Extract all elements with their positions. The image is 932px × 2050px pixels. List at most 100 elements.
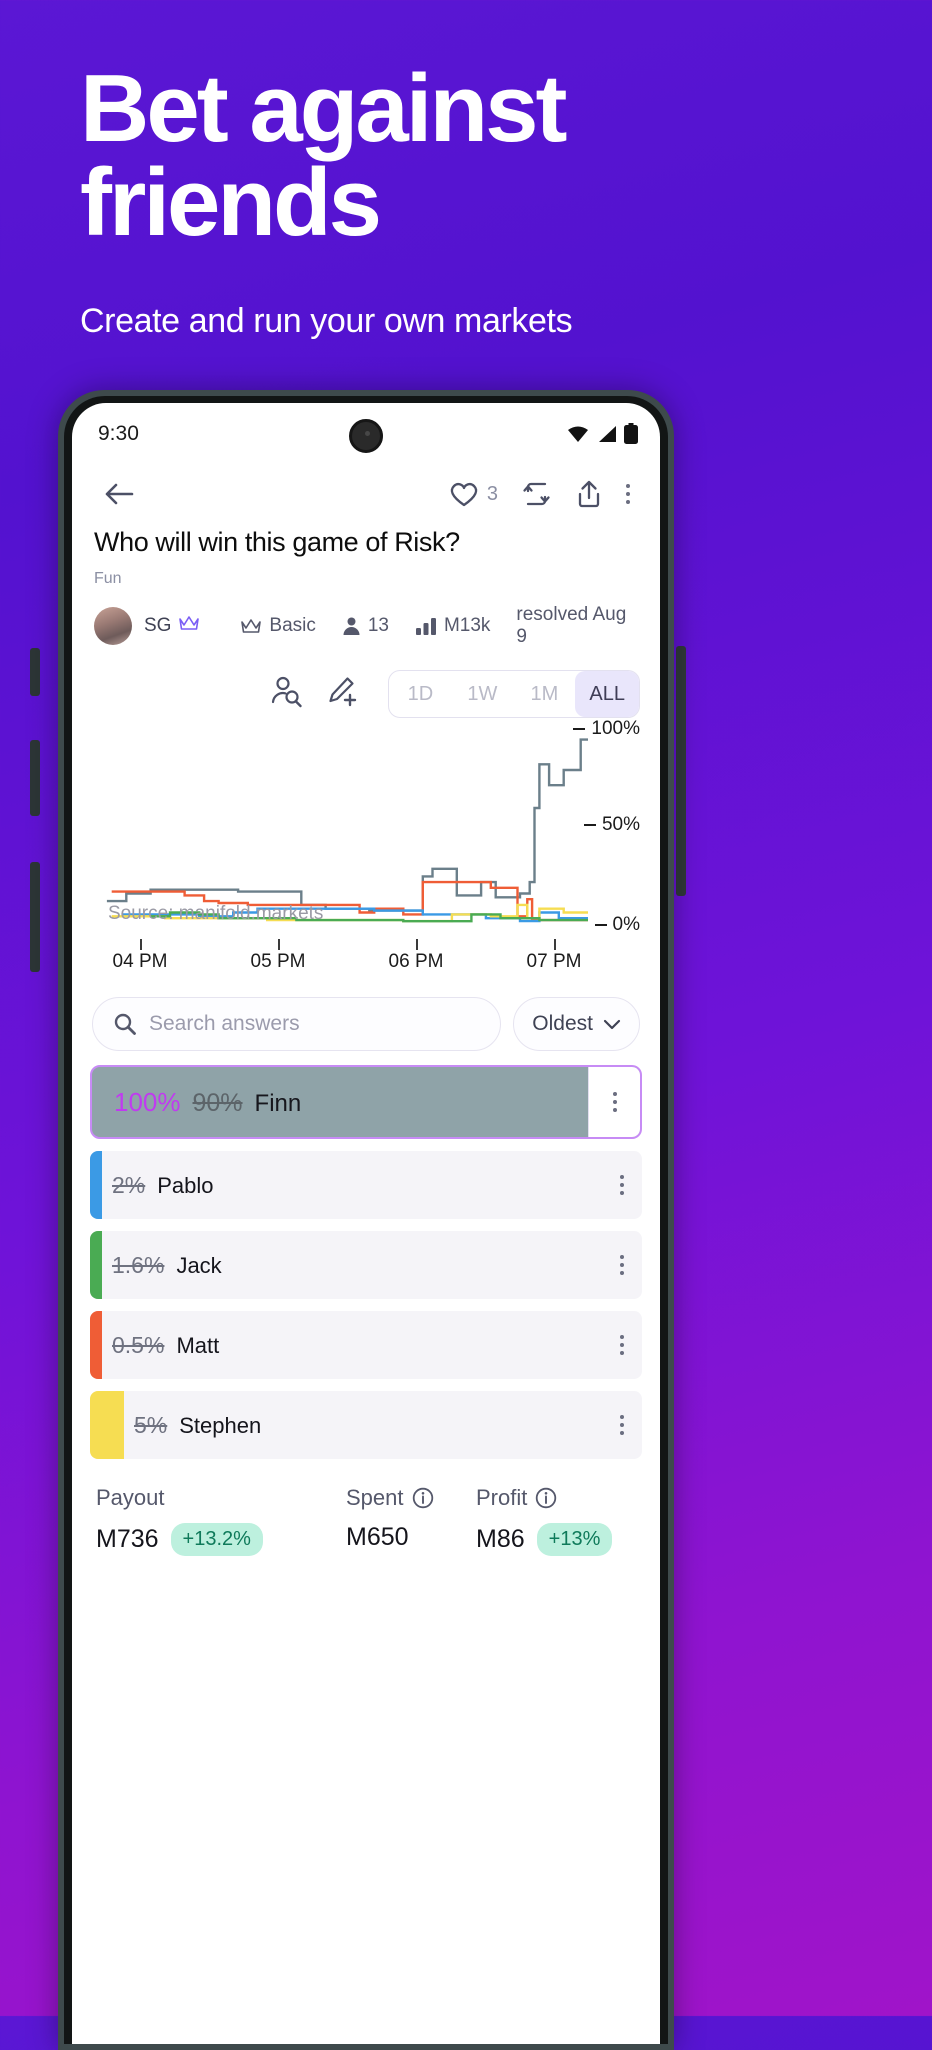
y-axis-label-100: 100% [573, 718, 640, 740]
answer-old-pct: 90% [192, 1088, 243, 1117]
range-button-all[interactable]: ALL [575, 671, 639, 717]
hero-title-line2: friends [80, 149, 382, 257]
market-traders-count: 13 [367, 615, 389, 636]
stat-spent-value-row: M650 [346, 1523, 476, 1552]
x-tick-label-1: 05 PM [250, 951, 306, 972]
answers-filter-row: Search answers Oldest [90, 983, 642, 1051]
range-button-1d[interactable]: 1D [389, 671, 451, 717]
chart-series-finn [106, 738, 588, 912]
back-arrow-icon [105, 483, 134, 505]
hero-title-line1: Bet against [80, 55, 567, 162]
range-button-1m[interactable]: 1M [513, 671, 575, 717]
app-toolbar: 3 [72, 465, 660, 523]
answer-menu-button[interactable] [620, 1335, 624, 1355]
search-answers-placeholder: Search answers [149, 1012, 300, 1035]
cellular-signal-icon [599, 426, 616, 442]
range-button-1w[interactable]: 1W [451, 671, 513, 717]
x-tick-label-2: 06 PM [388, 951, 444, 972]
answer-row-stephen[interactable]: 5% Stephen [90, 1391, 642, 1459]
market-resolved-date: resolved Aug 9 [516, 604, 627, 647]
stat-profit-chip: +13% [536, 1523, 613, 1556]
user-search-icon [272, 676, 303, 707]
market-traders: 13 [342, 615, 389, 637]
chart-x-axis: 04 PM 05 PM 06 PM 07 PM [90, 939, 642, 983]
kebab-menu-icon [620, 1175, 624, 1195]
answer-name: Pablo [157, 1172, 214, 1198]
info-icon[interactable] [412, 1487, 434, 1509]
hero-title: Bet against friends [80, 55, 872, 257]
answer-row-jack[interactable]: 1.6% Jack [90, 1231, 642, 1299]
sort-dropdown[interactable]: Oldest [513, 997, 640, 1051]
phone-bezel: 9:30 3 Who will win this game of Risk? F… [64, 396, 668, 2044]
more-options-button[interactable] [614, 484, 642, 504]
like-button[interactable]: 3 [437, 480, 510, 508]
stat-profit: Profit M86 +13% [476, 1485, 636, 1556]
chevron-down-icon [603, 1019, 621, 1030]
add-answer-button[interactable] [326, 676, 360, 713]
stat-spent-label: Spent [346, 1485, 476, 1511]
phone-side-button-mid [30, 740, 40, 816]
kebab-menu-icon [620, 1255, 624, 1275]
probability-chart[interactable]: 100% 50% 0% Source: manifold.markets [90, 718, 642, 939]
bar-chart-icon [415, 618, 436, 635]
x-tick-1 [278, 939, 280, 950]
phone-side-button-top [30, 648, 40, 696]
y-axis-label-50: 50% [583, 814, 640, 836]
search-traders-button[interactable] [270, 676, 304, 713]
chart-controls: 1D 1W 1M ALL [90, 648, 642, 718]
market-tier-label: Basic [269, 615, 316, 636]
back-button[interactable] [92, 481, 146, 507]
author-name[interactable]: SG [144, 615, 171, 637]
heart-icon [450, 482, 478, 507]
hero-subtitle: Create and run your own markets [80, 302, 573, 341]
stat-spent-label-text: Spent [346, 1485, 404, 1510]
market-meta-row: SG Basic 13 M13k resolved Aug 9 [90, 588, 642, 648]
x-tick-0 [140, 939, 142, 950]
sort-dropdown-value: Oldest [532, 1012, 593, 1035]
search-answers-input[interactable]: Search answers [92, 997, 502, 1051]
answer-menu-button[interactable] [620, 1415, 624, 1435]
crown-icon [241, 619, 262, 633]
avatar[interactable] [94, 607, 132, 645]
answer-row-content: 1.6% Jack [90, 1252, 222, 1279]
answer-row-content: 100% 90% Finn [92, 1087, 301, 1118]
answer-old-pct: 0.5% [112, 1331, 165, 1358]
answer-row-pablo[interactable]: 2% Pablo [90, 1151, 642, 1219]
answer-menu-button[interactable] [620, 1175, 624, 1195]
y-tick-text-100: 100% [591, 718, 640, 739]
y-tick-dash-0 [594, 924, 607, 926]
answer-name: Finn [254, 1089, 302, 1117]
status-icons [566, 423, 638, 445]
answer-row-matt[interactable]: 0.5% Matt [90, 1311, 642, 1379]
market-topic[interactable]: Fun [90, 558, 642, 588]
kebab-menu-icon [620, 1335, 624, 1355]
answer-row-finn[interactable]: 100% 90% Finn [90, 1065, 642, 1139]
y-tick-text-50: 50% [601, 814, 640, 835]
market-tier: Basic [240, 615, 316, 637]
answers-list: 100% 90% Finn 2% Pablo 1.6% Jack 0.5% Ma… [90, 1051, 642, 1459]
stat-payout-label: Payout [96, 1485, 165, 1510]
front-camera-punch-hole [349, 419, 383, 453]
stat-profit-label-text: Profit [476, 1485, 528, 1510]
wifi-icon [568, 426, 588, 442]
time-range-group[interactable]: 1D 1W 1M ALL [388, 670, 640, 718]
info-icon[interactable] [535, 1487, 557, 1509]
answer-row-content: 2% Pablo [90, 1172, 214, 1199]
battery-icon [624, 423, 638, 444]
answer-old-pct: 1.6% [112, 1251, 165, 1278]
repost-button[interactable] [510, 480, 564, 508]
answer-menu-button[interactable] [620, 1255, 624, 1275]
crown-icon [178, 614, 200, 638]
answer-menu-button[interactable] [588, 1067, 640, 1137]
x-tick-2 [416, 939, 418, 950]
stat-payout: Payout M736 +13.2% [96, 1485, 346, 1556]
answer-row-content: 0.5% Matt [90, 1332, 219, 1359]
share-button[interactable] [564, 479, 614, 509]
kebab-menu-icon [620, 1415, 624, 1435]
share-icon [578, 480, 600, 508]
answer-name: Stephen [179, 1412, 262, 1438]
chart-source-note: Source: manifold.markets [108, 903, 324, 924]
y-tick-text-0: 0% [612, 914, 640, 935]
stat-payout-value-row: M736 +13.2% [96, 1523, 346, 1556]
hero-section: Bet against friends Create and run your … [0, 0, 932, 341]
